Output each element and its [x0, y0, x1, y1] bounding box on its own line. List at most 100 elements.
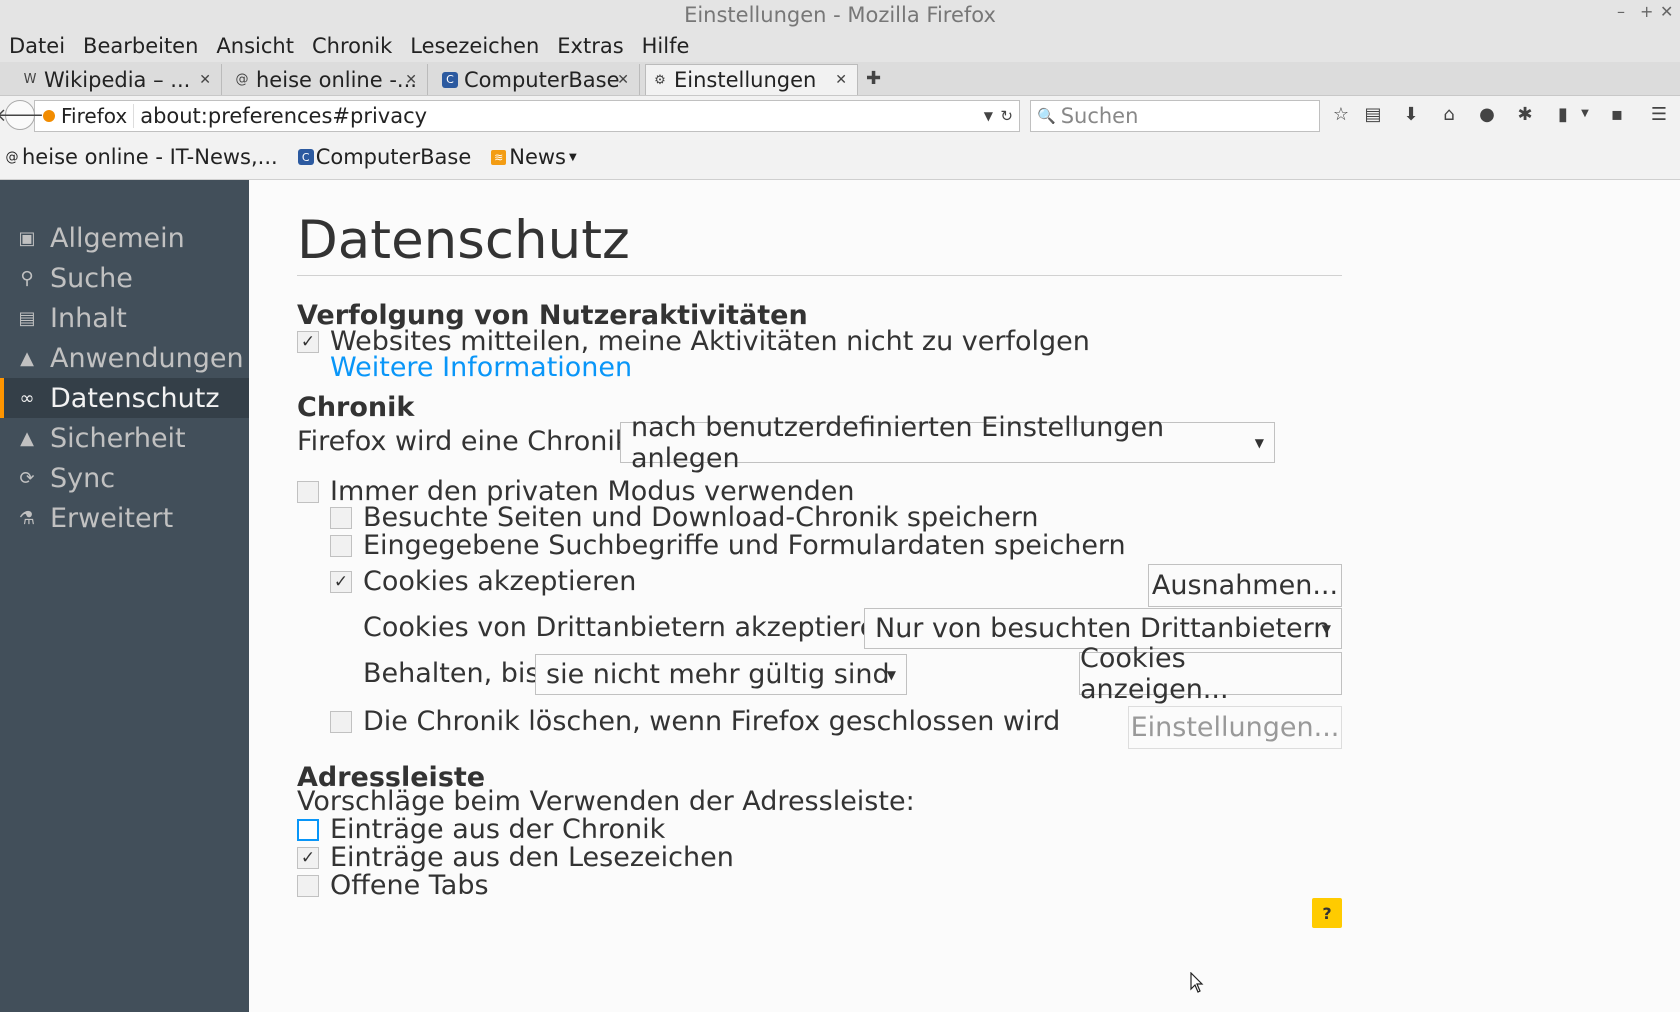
third-party-label: Cookies von Drittanbietern akzeptieren: [363, 612, 903, 643]
bookmark-computerbase[interactable]: C ComputerBase [297, 145, 471, 169]
bookmark-news-folder[interactable]: ≋ News ▼ [491, 145, 577, 169]
home-icon[interactable]: ⌂ [1438, 104, 1460, 125]
accept-cookies-label[interactable]: Cookies akzeptieren [363, 566, 636, 597]
gear-icon: ⚙ [654, 72, 666, 88]
clear-settings-button[interactable]: Einstellungen... [1128, 706, 1342, 749]
menu-ansicht[interactable]: Ansicht [216, 34, 294, 58]
addon-icon[interactable]: ✱ [1514, 104, 1536, 125]
sidebar-item-inhalt[interactable]: ▤ Inhalt [0, 298, 249, 338]
menu-lesezeichen[interactable]: Lesezeichen [410, 34, 539, 58]
navigation-toolbar: Firefox about:preferences#privacy ▼ ↻ 🡐 … [0, 95, 1680, 135]
general-icon: ▣ [18, 227, 36, 249]
sidebar-item-label: Datenschutz [50, 382, 220, 414]
form-history-checkbox[interactable] [330, 534, 352, 557]
bookmarks-menu-icon[interactable]: ▤ [1362, 104, 1384, 125]
chevron-down-icon[interactable]: ▼ [1574, 108, 1596, 119]
exceptions-button[interactable]: Ausnahmen... [1148, 564, 1342, 607]
mouse-cursor-icon [1190, 972, 1204, 993]
menu-chronik[interactable]: Chronik [312, 34, 392, 58]
sidebar-item-suche[interactable]: ⚲ Suche [0, 258, 249, 298]
chevron-down-icon: ▼ [1254, 435, 1264, 450]
preferences-sidebar: ▣ Allgemein ⚲ Suche ▤ Inhalt ▲ Anwendung… [0, 180, 249, 1012]
reload-icon[interactable]: ↻ [1000, 107, 1013, 125]
tab-label: heise online -... [256, 67, 417, 92]
search-input[interactable] [1060, 104, 1301, 128]
tab-label: Wikipedia – ... [44, 67, 191, 92]
firefox-icon [43, 110, 55, 122]
sidebar-item-erweitert[interactable]: ⚗ Erweitert [0, 498, 249, 538]
search-bar[interactable]: 🔍 [1030, 100, 1320, 132]
history-mode-select[interactable]: nach benutzerdefinierten Einstellungen a… [620, 412, 1275, 474]
keep-until-value: sie nicht mehr gültig sind [546, 659, 890, 690]
clear-on-close-checkbox[interactable] [330, 710, 352, 733]
sync-icon: ⟳ [19, 467, 35, 489]
accept-cookies-row: ✓ Cookies akzeptieren [330, 566, 636, 597]
keep-until-label: Behalten, bis: [363, 658, 549, 689]
more-info-link[interactable]: Weitere Informationen [330, 352, 632, 383]
sidebar-item-label: Suche [50, 262, 133, 294]
suggest-history-checkbox[interactable] [297, 818, 319, 841]
suggest-history-label[interactable]: Einträge aus der Chronik [330, 814, 665, 845]
site-identity[interactable]: Firefox [35, 104, 135, 128]
accept-cookies-checkbox[interactable]: ✓ [330, 570, 352, 593]
suggest-bookmarks-row: ✓ Einträge aus den Lesezeichen [297, 842, 734, 873]
url-bar[interactable]: Firefox about:preferences#privacy ▼ ↻ [34, 100, 1020, 132]
chat-icon[interactable]: ● [1476, 104, 1498, 125]
show-cookies-button[interactable]: Cookies anzeigen... [1079, 643, 1342, 705]
window-title: Einstellungen - Mozilla Firefox [684, 3, 996, 27]
chevron-down-icon: ▼ [886, 667, 896, 682]
clipboard-icon[interactable]: ▮ [1552, 104, 1574, 125]
visited-history-row: Besuchte Seiten und Download-Chronik spe… [330, 502, 1039, 533]
bookmark-heise[interactable]: @ heise online - IT-News,... [4, 145, 278, 169]
sidebar-item-allgemein[interactable]: ▣ Allgemein [0, 218, 249, 258]
chevron-down-icon[interactable]: ▼ [984, 109, 993, 123]
form-history-label[interactable]: Eingegebene Suchbegriffe und Formulardat… [363, 530, 1126, 561]
tab-wikipedia[interactable]: W Wikipedia – ... ✕ [16, 64, 222, 95]
menu-datei[interactable]: Datei [9, 34, 65, 58]
menu-extras[interactable]: Extras [557, 34, 623, 58]
dnt-checkbox[interactable]: ✓ [297, 330, 319, 353]
title-divider [297, 275, 1342, 276]
url-text[interactable]: about:preferences#privacy [134, 104, 427, 128]
keep-until-select[interactable]: sie nicht mehr gültig sind ▼ [535, 654, 907, 695]
close-icon[interactable]: ✕ [835, 72, 847, 88]
close-icon[interactable]: ✕ [617, 72, 629, 88]
suggest-bookmarks-label[interactable]: Einträge aus den Lesezeichen [330, 842, 734, 873]
minimize-button[interactable]: – [1617, 2, 1625, 21]
chevron-down-icon: ▼ [568, 151, 577, 163]
menu-bearbeiten[interactable]: Bearbeiten [83, 34, 198, 58]
suggest-history-row: Einträge aus der Chronik [297, 814, 665, 845]
menu-hilfe[interactable]: Hilfe [642, 34, 690, 58]
visited-history-label[interactable]: Besuchte Seiten und Download-Chronik spe… [363, 502, 1039, 533]
close-icon[interactable]: ✕ [199, 72, 211, 88]
tab-bar: W Wikipedia – ... ✕ @ heise online -... … [0, 62, 1680, 95]
visited-history-checkbox[interactable] [330, 506, 352, 529]
clear-on-close-label[interactable]: Die Chronik löschen, wenn Firefox geschl… [363, 706, 1060, 737]
suggest-tabs-checkbox[interactable] [297, 874, 319, 897]
bookmark-star-icon[interactable]: ☆ [1330, 104, 1352, 125]
close-icon[interactable]: ✕ [405, 72, 417, 88]
back-button[interactable]: 🡐 [0, 100, 44, 130]
wikipedia-icon: W [23, 72, 37, 87]
sidebar-item-datenschutz[interactable]: ∞ Datenschutz [0, 378, 249, 418]
applications-icon: ▲ [20, 347, 34, 369]
suggest-bookmarks-checkbox[interactable]: ✓ [297, 846, 319, 869]
sidebar-item-anwendungen[interactable]: ▲ Anwendungen [0, 338, 249, 378]
tab-heise[interactable]: @ heise online -... ✕ [228, 64, 428, 95]
maximize-button[interactable]: + [1640, 2, 1653, 21]
sidebar-item-sicherheit[interactable]: ▲ Sicherheit [0, 418, 249, 458]
help-button[interactable]: ? [1312, 898, 1342, 928]
suggest-tabs-label[interactable]: Offene Tabs [330, 870, 489, 901]
suggest-tabs-row: Offene Tabs [297, 870, 489, 901]
download-icon[interactable]: ⬇ [1400, 104, 1422, 125]
menu-bar: Datei Bearbeiten Ansicht Chronik Lesezei… [0, 30, 1680, 62]
tab-einstellungen[interactable]: ⚙ Einstellungen ✕ [645, 64, 858, 95]
close-window-button[interactable]: ✕ [1660, 2, 1673, 21]
sidebar-item-sync[interactable]: ⟳ Sync [0, 458, 249, 498]
new-tab-plus-icon[interactable]: ✚ [866, 68, 881, 89]
lock-icon[interactable]: ▪ [1606, 104, 1628, 125]
private-mode-checkbox[interactable] [297, 480, 319, 503]
hamburger-menu-icon[interactable]: ☰ [1648, 104, 1670, 125]
tab-label: Einstellungen [674, 68, 817, 92]
tab-computerbase[interactable]: C ComputerBase ✕ [436, 64, 640, 95]
